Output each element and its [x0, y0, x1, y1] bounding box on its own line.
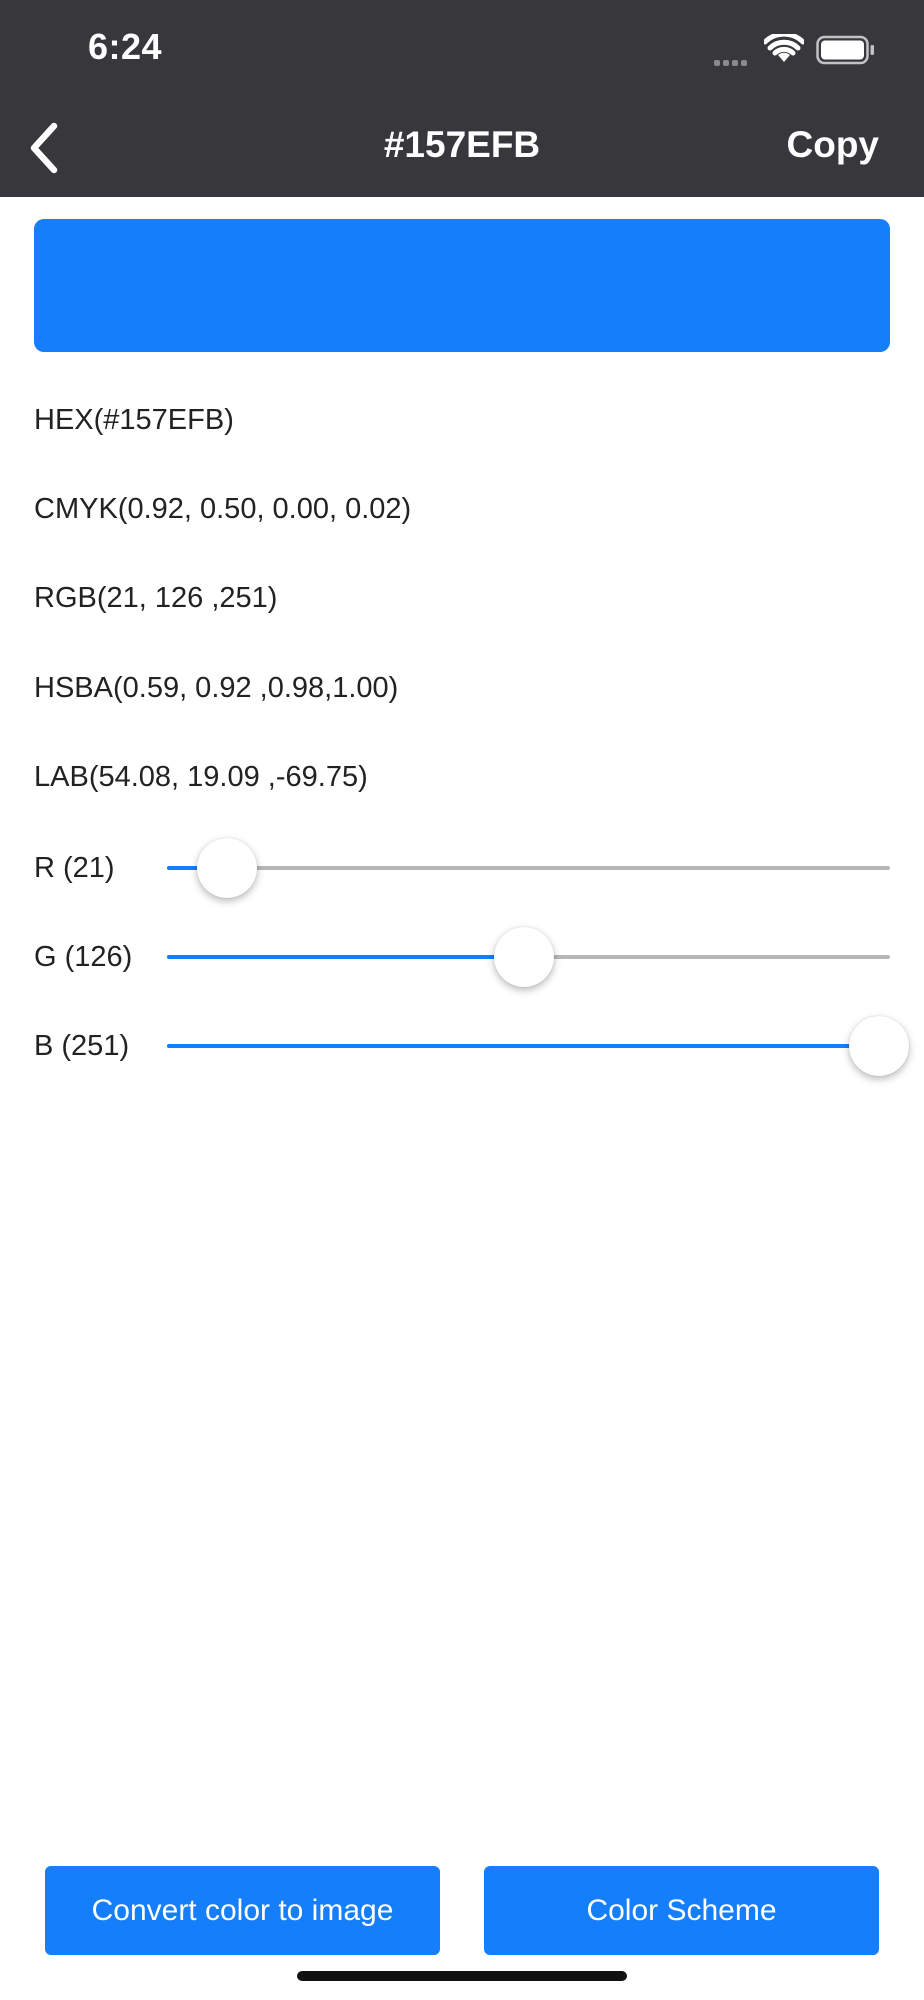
navigation-bar: 6:24 #157EFB Copy: [0, 0, 924, 197]
wifi-icon: [764, 34, 804, 62]
blue-slider-label: B (251): [34, 1030, 130, 1062]
status-time: 6:24: [88, 26, 163, 67]
rgb-value: RGB(21, 126 ,251): [34, 582, 278, 614]
blue-slider-thumb[interactable]: [848, 1016, 909, 1076]
lab-value: LAB(54.08, 19.09 ,-69.75): [34, 761, 368, 793]
red-slider-row: R (21): [34, 833, 890, 903]
green-slider-label: G (126): [34, 941, 133, 973]
chevron-left-icon: [30, 122, 58, 174]
convert-color-to-image-button[interactable]: Convert color to image: [45, 1866, 440, 1955]
cellular-signal-icon: [714, 53, 750, 71]
battery-icon: [816, 35, 874, 65]
green-slider-fill: [167, 955, 525, 959]
copy-button[interactable]: Copy: [787, 124, 880, 166]
blue-slider-track[interactable]: [167, 1016, 909, 1076]
back-button[interactable]: [24, 120, 64, 176]
green-slider-thumb[interactable]: [494, 927, 555, 987]
hex-value: HEX(#157EFB): [34, 404, 234, 436]
green-slider-track[interactable]: [167, 927, 890, 987]
green-slider-row: G (126): [34, 922, 890, 992]
page-title: #157EFB: [383, 124, 541, 165]
red-slider-thumb[interactable]: [196, 838, 257, 898]
red-slider-track[interactable]: [167, 838, 890, 898]
red-slider-label: R (21): [34, 852, 115, 884]
home-indicator: [297, 1971, 627, 1981]
hsba-value: HSBA(0.59, 0.92 ,0.98,1.00): [34, 672, 399, 704]
color-swatch: [34, 219, 890, 352]
color-scheme-button[interactable]: Color Scheme: [484, 1866, 879, 1955]
blue-slider-fill: [167, 1044, 879, 1048]
cmyk-value: CMYK(0.92, 0.50, 0.00, 0.02): [34, 493, 412, 525]
blue-slider-row: B (251): [34, 1011, 909, 1081]
